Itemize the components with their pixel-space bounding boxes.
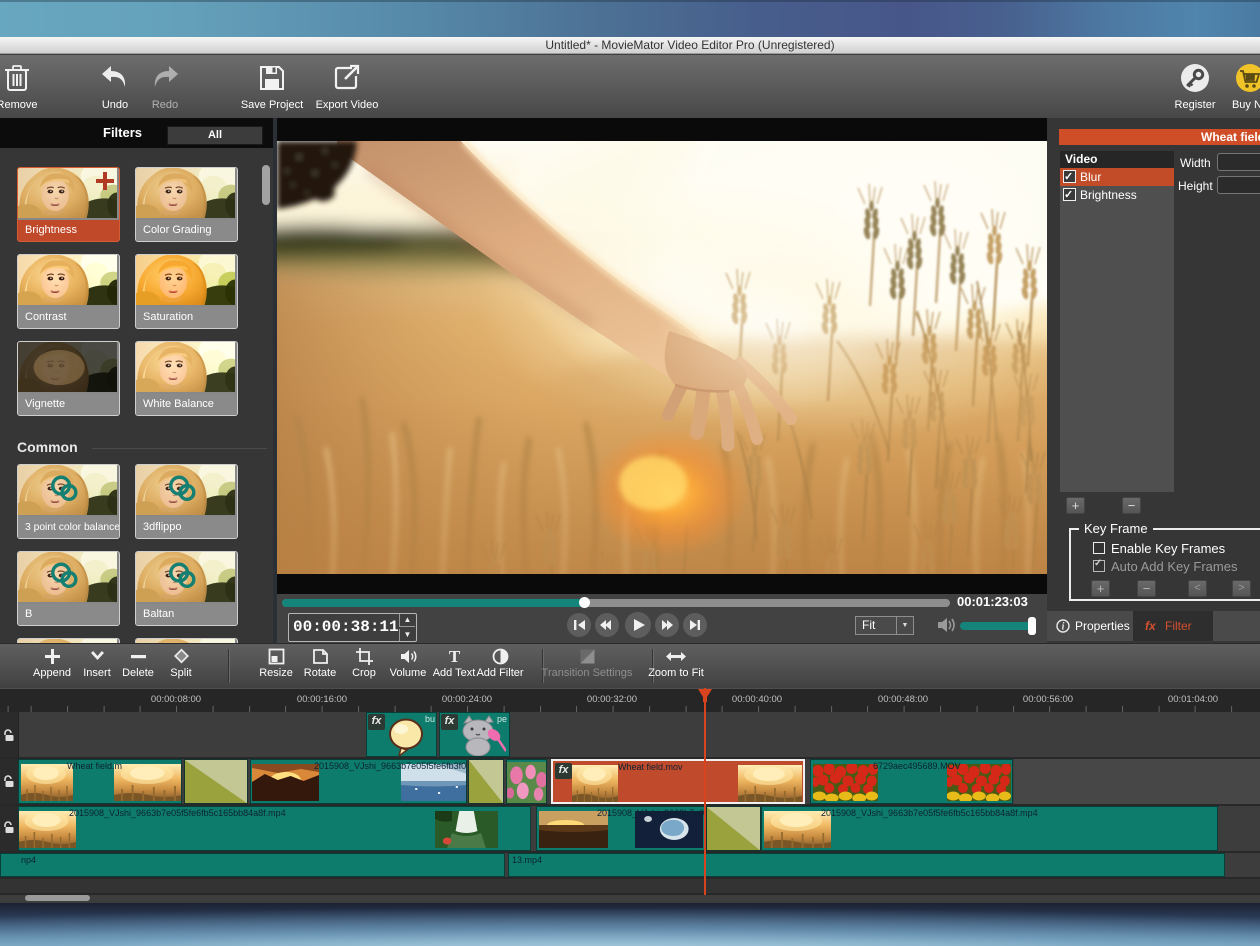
svg-text:i: i [1062,622,1065,633]
svg-text:T: T [448,648,460,665]
